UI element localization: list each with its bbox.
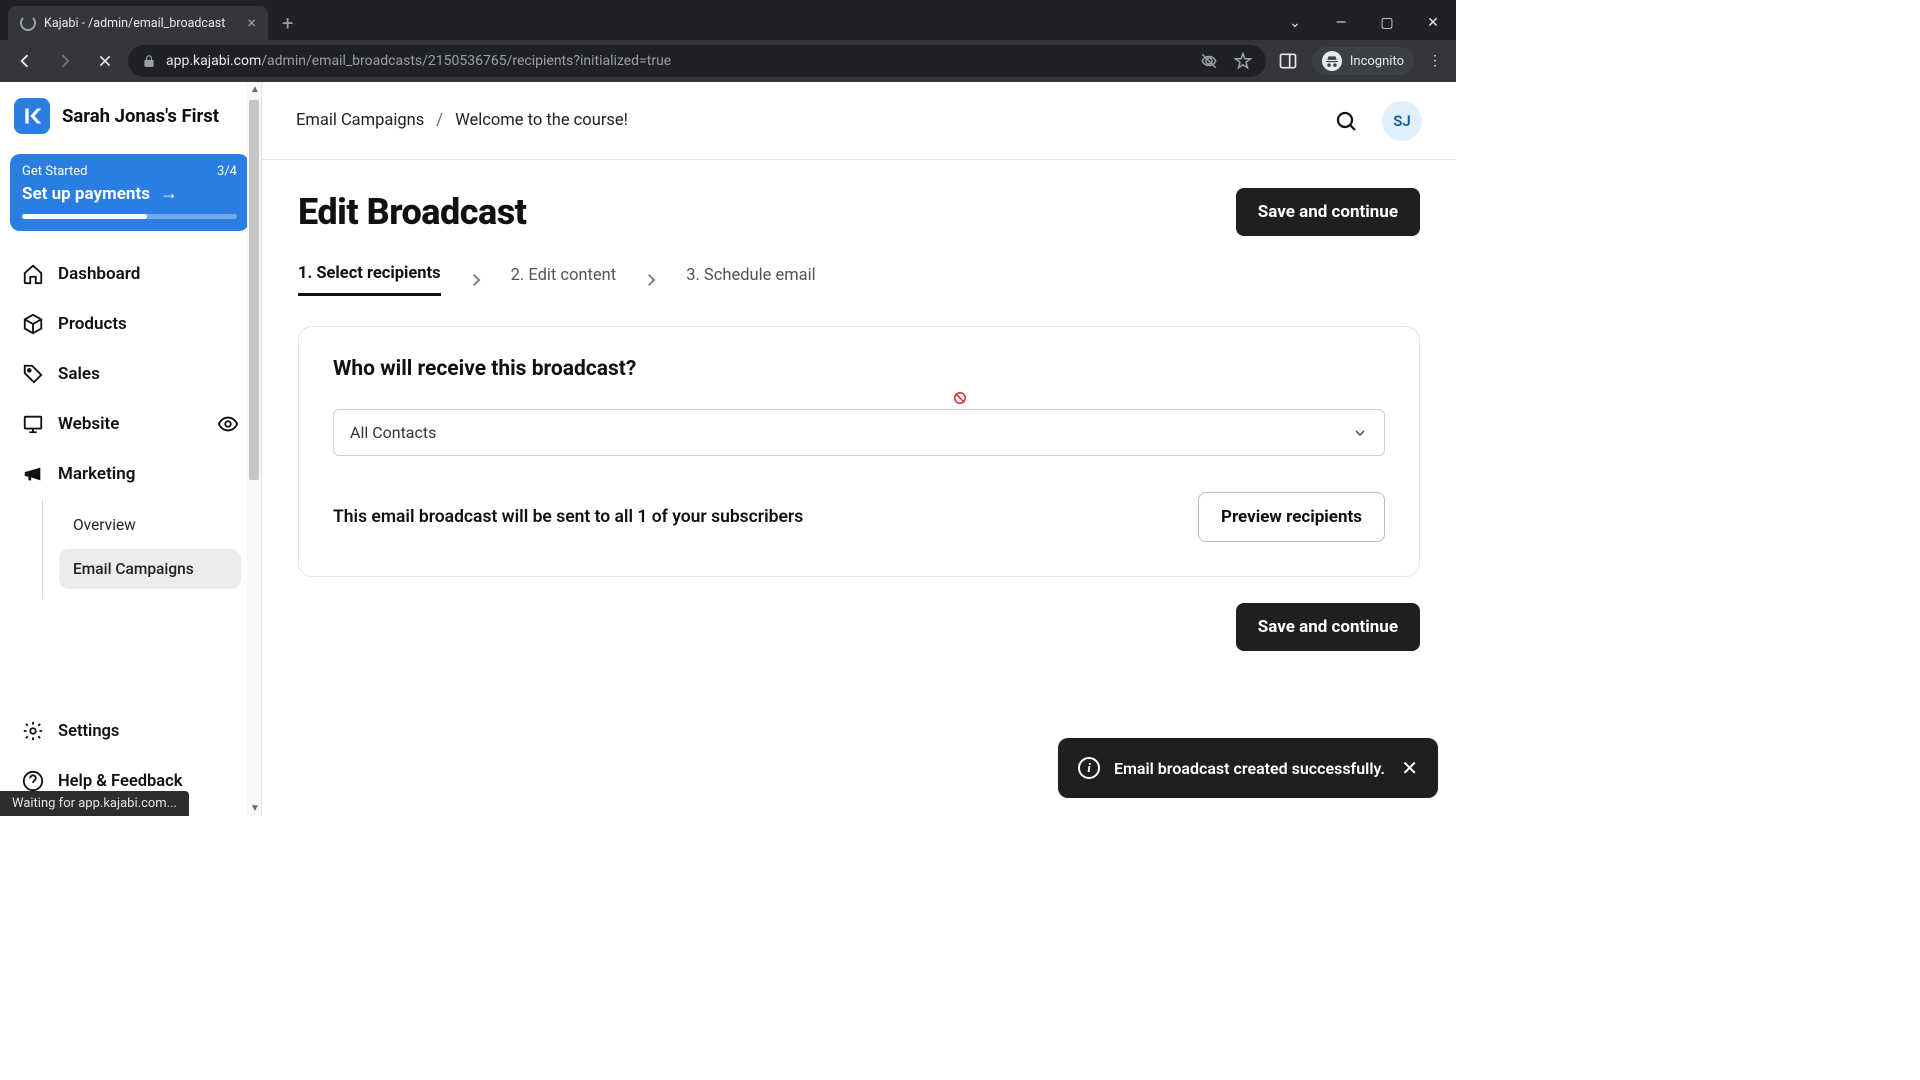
bookmark-icon[interactable] [1234,52,1252,70]
recipients-summary: This email broadcast will be sent to all… [333,507,803,527]
forward-button[interactable] [48,44,82,78]
avatar[interactable]: SJ [1382,101,1422,141]
search-icon[interactable] [1332,107,1360,135]
tab-loading-icon [20,15,36,31]
megaphone-icon [22,463,44,485]
sidebar-item-settings[interactable]: Settings [10,706,251,756]
sidebar-item-label: Marketing [58,464,135,484]
breadcrumb: Email Campaigns / Welcome to the course! [296,111,628,130]
eye-icon[interactable] [217,413,239,435]
recipients-select[interactable]: All Contacts [333,409,1385,456]
arrow-right-icon: → [160,183,178,204]
brand-name: Sarah Jonas's First [62,105,219,127]
toast-message: Email broadcast created successfully. [1114,759,1385,778]
panel-title: Who will receive this broadcast? [333,357,1385,381]
breadcrumb-root[interactable]: Email Campaigns [296,111,424,130]
maximize-button[interactable]: ▢ [1364,15,1410,31]
sidebar-item-products[interactable]: Products [10,299,251,349]
not-allowed-cursor-icon [953,391,967,405]
sidebar-item-label: Help & Feedback [58,772,182,791]
sidebar-item-label: Sales [58,364,100,384]
marketing-subnav: Overview Email Campaigns [42,499,251,599]
incognito-badge[interactable]: Incognito [1312,47,1414,75]
chrome-menu-icon[interactable]: ⋮ [1428,53,1442,69]
scroll-up-icon[interactable]: ▲ [250,84,260,95]
stepper: 1. Select recipients 2. Edit content 3. … [298,264,1420,296]
monitor-icon [22,413,44,435]
breadcrumb-current: Welcome to the course! [455,111,628,130]
get-started-card[interactable]: Get Started 3/4 Set up payments → [10,154,249,231]
close-icon[interactable]: ✕ [1401,756,1418,780]
home-icon [22,263,44,285]
recipients-panel: Who will receive this broadcast? All Con… [298,326,1420,577]
save-continue-button-bottom[interactable]: Save and continue [1236,603,1420,651]
sidebar-item-label: Website [58,414,119,434]
tag-icon [22,363,44,385]
status-bar: Waiting for app.kajabi.com... [0,791,189,816]
save-continue-button-top[interactable]: Save and continue [1236,188,1420,236]
toast: i Email broadcast created successfully. … [1058,738,1438,798]
gear-icon [22,720,44,742]
stop-reload-button[interactable] [88,44,122,78]
scroll-down-icon[interactable]: ▼ [250,803,260,814]
get-started-progress-bar [22,214,237,219]
tab-title: Kajabi - /admin/email_broadcast [44,16,239,31]
brand-logo-icon [14,98,50,134]
sidebar-nav: Dashboard Products Sales Website [0,245,261,603]
select-value: All Contacts [350,423,436,442]
browser-tab[interactable]: Kajabi - /admin/email_broadcast × [8,6,268,40]
new-tab-button[interactable]: + [268,6,307,40]
get-started-label: Get Started [22,164,87,179]
sidebar-scrollbar[interactable]: ▲ ▼ [247,82,261,816]
minimize-button[interactable]: — [1318,15,1364,31]
subnav-overview[interactable]: Overview [59,505,241,545]
close-window-button[interactable]: ✕ [1410,15,1456,31]
tab-search-icon[interactable]: ⌄ [1272,15,1318,31]
brand[interactable]: Sarah Jonas's First [0,82,261,150]
chevron-right-icon [467,271,485,289]
step-1[interactable]: 1. Select recipients [298,264,441,296]
page-head: Edit Broadcast Save and continue [298,188,1420,236]
address-bar[interactable]: app.kajabi.com/admin/email_broadcasts/21… [128,45,1266,77]
help-icon [22,770,44,792]
lock-icon [142,54,156,68]
back-button[interactable] [8,44,42,78]
window-controls: ⌄ — ▢ ✕ [1272,6,1456,40]
info-icon: i [1078,757,1100,779]
sidebar-item-label: Settings [58,722,119,741]
sidebar: Sarah Jonas's First Get Started 3/4 Set … [0,82,262,816]
get-started-progress: 3/4 [217,164,237,179]
side-panel-icon[interactable] [1278,51,1298,71]
address-row: app.kajabi.com/admin/email_broadcasts/21… [0,40,1456,82]
step-2[interactable]: 2. Edit content [511,266,617,295]
breadcrumb-sep: / [436,111,443,130]
preview-recipients-button[interactable]: Preview recipients [1198,492,1385,542]
get-started-cta: Set up payments [22,184,150,204]
tracking-blocked-icon[interactable] [1200,52,1218,70]
sidebar-item-website[interactable]: Website [10,399,251,449]
main: Email Campaigns / Welcome to the course!… [262,82,1456,816]
tab-strip: Kajabi - /admin/email_broadcast × + ⌄ — … [0,0,1456,40]
sidebar-item-dashboard[interactable]: Dashboard [10,249,251,299]
sidebar-item-marketing[interactable]: Marketing [10,449,251,499]
close-tab-icon[interactable]: × [247,15,256,31]
sidebar-item-label: Products [58,314,127,334]
scrollbar-thumb[interactable] [249,100,259,480]
chevron-down-icon [1352,425,1368,441]
subnav-email-campaigns[interactable]: Email Campaigns [59,549,241,589]
sidebar-item-sales[interactable]: Sales [10,349,251,399]
incognito-label: Incognito [1350,54,1404,69]
chevron-right-icon [642,271,660,289]
step-3[interactable]: 3. Schedule email [686,266,815,295]
topbar: Email Campaigns / Welcome to the course!… [262,82,1456,160]
cube-icon [22,313,44,335]
content: Edit Broadcast Save and continue 1. Sele… [262,160,1456,816]
url-text: app.kajabi.com/admin/email_broadcasts/21… [166,53,671,69]
browser-chrome: Kajabi - /admin/email_broadcast × + ⌄ — … [0,0,1456,82]
sidebar-item-label: Dashboard [58,264,140,284]
app: Sarah Jonas's First Get Started 3/4 Set … [0,82,1456,816]
incognito-icon [1322,51,1342,71]
page-title: Edit Broadcast [298,191,526,233]
